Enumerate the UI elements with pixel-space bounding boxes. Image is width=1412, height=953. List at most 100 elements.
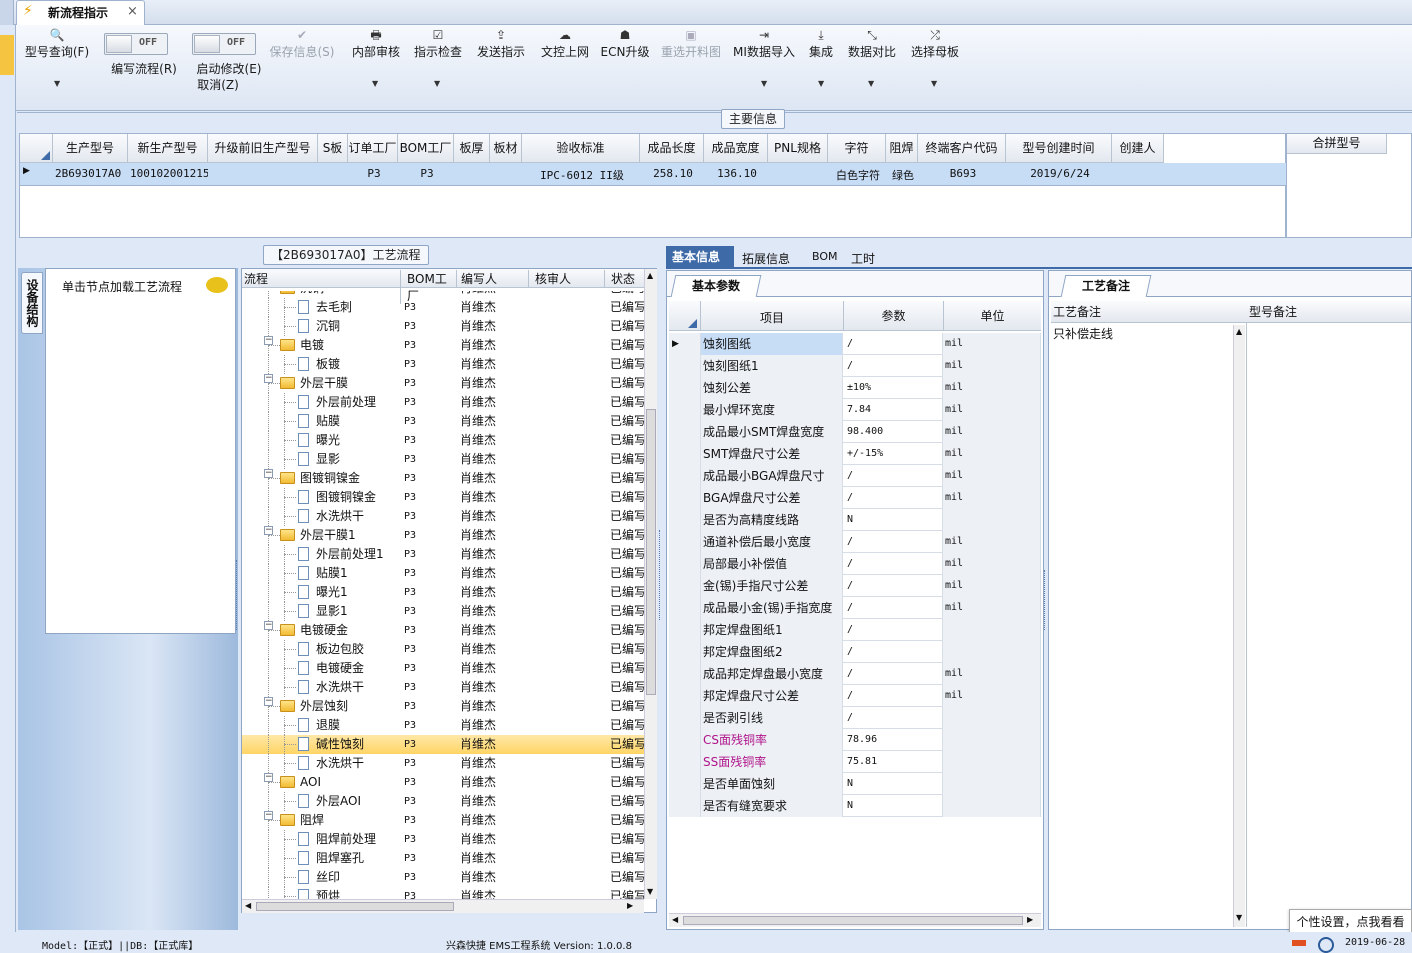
param-value[interactable]: / xyxy=(843,553,943,575)
params-hscroll[interactable]: ◀ ▶ xyxy=(669,913,1041,927)
row-selector[interactable]: ▶ xyxy=(669,333,701,355)
param-value[interactable]: / xyxy=(843,575,943,597)
tree-node[interactable]: 曝光 P3 肖维杰 已编写 xyxy=(242,431,644,450)
row-selector[interactable] xyxy=(669,619,701,641)
scroll-thumb[interactable] xyxy=(646,409,656,695)
chevron-down-icon[interactable]: ▼ xyxy=(54,79,60,88)
row-selector[interactable] xyxy=(669,377,701,399)
param-value[interactable]: ±10% xyxy=(843,377,943,399)
tree-node[interactable]: 显影1 P3 肖维杰 已编写 xyxy=(242,602,644,621)
row-selector[interactable] xyxy=(669,465,701,487)
param-value[interactable]: / xyxy=(843,707,943,729)
column-header[interactable]: 阻焊 xyxy=(886,134,918,163)
param-row[interactable]: 成品最小BGA焊盘尺寸 / mil xyxy=(669,465,1041,487)
tree-node[interactable]: 水洗烘干 P3 肖维杰 已编写 xyxy=(242,507,644,526)
flow-hscroll[interactable]: ◀ ▶ xyxy=(242,899,644,913)
chevron-down-icon[interactable]: ▼ xyxy=(761,79,767,88)
collapse-icon[interactable]: − xyxy=(264,621,273,630)
param-row[interactable]: 邦定焊盘图纸1/ xyxy=(669,619,1041,641)
tree-node[interactable]: 曝光1 P3 肖维杰 已编写 xyxy=(242,583,644,602)
param-row[interactable]: 金(锡)手指尺寸公差 / mil xyxy=(669,575,1041,597)
column-header[interactable]: 成品宽度 xyxy=(704,134,768,163)
table-cell[interactable]: 绿色 xyxy=(886,167,918,183)
tree-node[interactable]: 显影 P3 肖维杰 已编写 xyxy=(242,450,644,469)
process-note-text[interactable]: 只补偿走线 xyxy=(1053,325,1233,342)
col-status[interactable]: 状态 xyxy=(604,270,645,287)
column-header[interactable]: BOM工厂 xyxy=(398,134,454,163)
row-selector[interactable] xyxy=(669,487,701,509)
tree-node[interactable]: − 图镀铜镍金 P3 肖维杰 已编写 xyxy=(242,469,644,488)
param-value[interactable]: 7.84 xyxy=(843,399,943,421)
scroll-up-icon[interactable]: ▲ xyxy=(647,271,653,280)
row-selector[interactable] xyxy=(669,509,701,531)
tab-device-structure[interactable]: 设备结构 xyxy=(21,272,43,334)
column-header[interactable]: PNL规格 xyxy=(768,134,828,163)
close-icon[interactable]: × xyxy=(127,4,138,19)
tab-work-hours[interactable]: 工时 xyxy=(851,250,875,267)
param-row[interactable]: 是否单面蚀刻 N xyxy=(669,773,1041,795)
tree-node[interactable]: −沉铜P3肖维杰已编写 xyxy=(242,291,644,298)
query-model-button[interactable]: 🔍 型号查询(F) xyxy=(20,27,94,60)
param-row[interactable]: 蚀刻公差 ±10% mil xyxy=(669,377,1041,399)
table-cell[interactable]: 258.10 xyxy=(640,167,704,180)
col-writer[interactable]: 编写人 xyxy=(456,270,528,287)
param-value[interactable]: / xyxy=(843,663,943,685)
row-selector[interactable] xyxy=(669,399,701,421)
tree-node[interactable]: 板镀 P3 肖维杰 已编写 xyxy=(242,355,644,374)
col-flow[interactable]: 流程 xyxy=(244,270,400,287)
param-value[interactable]: N xyxy=(843,795,943,817)
scroll-down-icon[interactable]: ▼ xyxy=(647,887,653,896)
collapse-icon[interactable]: − xyxy=(264,469,273,478)
tree-node[interactable]: 退膜 P3 肖维杰 已编写 xyxy=(242,716,644,735)
param-value[interactable]: 75.81 xyxy=(843,751,943,773)
internal-review-button[interactable]: 🖶 内部审核 xyxy=(350,27,402,60)
chevron-down-icon[interactable]: ▼ xyxy=(818,79,824,88)
column-header[interactable]: 升级前旧生产型号 xyxy=(208,134,318,163)
column-header[interactable]: 成品长度 xyxy=(640,134,704,163)
tree-node[interactable]: 阻焊塞孔 P3 肖维杰 已编写 xyxy=(242,849,644,868)
param-value[interactable]: / xyxy=(843,641,943,663)
param-value[interactable]: / xyxy=(843,465,943,487)
instruction-check-button[interactable]: ☑ 指示检查 xyxy=(412,27,464,60)
tab-new-flow[interactable]: ⚡ 新流程指示 × xyxy=(16,0,145,26)
param-row[interactable]: 是否有缝宽要求 N xyxy=(669,795,1041,817)
table-cell[interactable]: P3 xyxy=(398,167,454,180)
param-value[interactable]: 98.400 xyxy=(843,421,943,443)
tree-node[interactable]: 贴膜 P3 肖维杰 已编写 xyxy=(242,412,644,431)
param-value[interactable]: N xyxy=(843,509,943,531)
row-selector[interactable] xyxy=(669,641,701,663)
tree-node[interactable]: 板边包胶 P3 肖维杰 已编写 xyxy=(242,640,644,659)
param-row[interactable]: 成品最小SMT焊盘宽度 98.400 mil xyxy=(669,421,1041,443)
tab-bom[interactable]: BOM xyxy=(812,250,838,263)
grid-corner[interactable] xyxy=(20,134,53,163)
column-header[interactable]: 字符 xyxy=(828,134,886,163)
param-value[interactable]: 78.96 xyxy=(843,729,943,751)
param-row[interactable]: SMT焊盘尺寸公差 +/-15% mil xyxy=(669,443,1041,465)
param-value[interactable]: N xyxy=(843,773,943,795)
tab-extended-info[interactable]: 拓展信息 xyxy=(742,250,790,267)
row-selector[interactable] xyxy=(669,729,701,751)
param-row[interactable]: 最小焊环宽度 7.84 mil xyxy=(669,399,1041,421)
tree-node[interactable]: 外层前处理 P3 肖维杰 已编写 xyxy=(242,393,644,412)
row-selector[interactable] xyxy=(669,597,701,619)
scroll-thumb[interactable] xyxy=(256,902,454,911)
param-value[interactable]: / xyxy=(843,333,943,355)
column-header[interactable]: S板 xyxy=(318,134,348,163)
table-cell[interactable]: B693 xyxy=(918,167,1006,180)
select-board-button[interactable]: ⤮ 选择母板 xyxy=(908,27,962,60)
param-row[interactable]: 是否为高精度线路 N xyxy=(669,509,1041,531)
param-row[interactable]: BGA焊盘尺寸公差 / mil xyxy=(669,487,1041,509)
row-selector[interactable] xyxy=(669,685,701,707)
start-modify-toggle[interactable]: OFF xyxy=(192,33,256,55)
tree-node[interactable]: − 外层干膜1 P3 肖维杰 已编写 xyxy=(242,526,644,545)
tree-node[interactable]: 沉铜 P3 肖维杰 已编写 xyxy=(242,317,644,336)
row-selector[interactable] xyxy=(669,663,701,685)
tree-node[interactable]: 去毛刺 P3 肖维杰 已编写 xyxy=(242,298,644,317)
param-value[interactable]: / xyxy=(843,355,943,377)
data-compare-button[interactable]: ⤡ 数据对比 xyxy=(846,27,898,60)
table-cell[interactable]: 2019/6/24 xyxy=(1006,167,1112,180)
table-cell[interactable]: 2B693017A0 xyxy=(53,167,128,180)
param-row[interactable]: ▶ 蚀刻图纸 / mil xyxy=(669,333,1041,355)
reselect-image-button[interactable]: ▣ 重选开料图 xyxy=(658,27,724,60)
save-button[interactable]: ✔ 保存信息(S) xyxy=(266,27,338,60)
